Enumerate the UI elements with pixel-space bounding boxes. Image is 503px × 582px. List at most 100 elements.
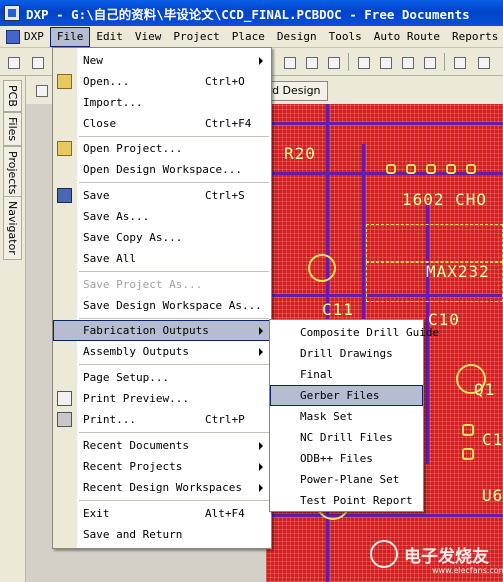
submenu-item-power-plane-set[interactable]: Power-Plane Set (270, 469, 423, 490)
printer-icon (57, 412, 72, 427)
pcb-board-icon[interactable] (32, 81, 50, 99)
pcb-pad (466, 164, 476, 174)
menu-separator (79, 364, 269, 365)
menu-tools[interactable]: Tools (323, 27, 368, 47)
menu-item-open-workspace[interactable]: Open Design Workspace... (53, 159, 271, 180)
side-tab-pcb[interactable]: PCB (3, 80, 22, 112)
menu-item-save[interactable]: Save Ctrl+S (53, 185, 271, 206)
menu-edit[interactable]: Edit (90, 27, 129, 47)
menu-item-save-project-as: Save Project As... (83, 278, 203, 291)
submenu-item-test-point-report[interactable]: Test Point Report (270, 490, 423, 511)
pcb-label-c1: C1 (482, 430, 503, 449)
menu-item-exit[interactable]: Exit Alt+F4 (53, 503, 271, 524)
menu-item-new[interactable]: New (53, 50, 271, 71)
paste-icon[interactable] (302, 53, 320, 71)
submenu-arrow-icon (259, 484, 263, 492)
app-icon (4, 5, 20, 21)
title-bar: DXP - G:\自己的资料\毕设论文\CCD_FINAL.PCBDOC - F… (0, 0, 503, 26)
via-ring (308, 254, 336, 282)
toolbar-divider (348, 53, 349, 71)
submenu-item-drill-drawings[interactable]: Drill Drawings (270, 343, 423, 364)
submenu-arrow-icon (259, 463, 263, 471)
pcb-label-u6: U6 (482, 486, 503, 505)
rubber-stamp-icon[interactable] (324, 53, 342, 71)
menu-item-assembly-outputs[interactable]: Assembly Outputs (53, 341, 271, 362)
move-icon[interactable] (376, 53, 394, 71)
menu-item-page-setup[interactable]: Page Setup... (53, 367, 271, 388)
open-folder-icon (57, 74, 72, 89)
pcb-label-max232: MAX232 (426, 262, 490, 281)
menu-item-save-workspace-as[interactable]: Save Design Workspace As... (53, 295, 271, 316)
pcb-label-1602: 1602 CHO (402, 190, 488, 209)
redo-icon[interactable] (474, 53, 492, 71)
new-document-icon[interactable] (4, 53, 22, 71)
pcb-label-c11: C11 (322, 300, 354, 319)
watermark-url: www.elecfans.com (432, 566, 503, 575)
submenu-item-odb-files[interactable]: ODB++ Files (270, 448, 423, 469)
side-tab-files[interactable]: Files (3, 112, 22, 147)
floppy-disk-icon (57, 188, 72, 203)
pcb-trace (266, 122, 503, 125)
select-area-icon[interactable] (354, 53, 372, 71)
submenu-arrow-icon (259, 57, 263, 65)
menu-item-recent-documents[interactable]: Recent Documents (53, 435, 271, 456)
menu-dxp[interactable]: DXP (22, 27, 50, 47)
side-panel: PCB Files Projects Navigator (0, 76, 26, 582)
menu-bar: DXP File Edit View Project Place Design … (0, 26, 503, 48)
submenu-item-nc-drill-files[interactable]: NC Drill Files (270, 427, 423, 448)
menu-item-import[interactable]: Import... (53, 92, 271, 113)
pcb-pad (426, 164, 436, 174)
submenu-item-gerber-files[interactable]: Gerber Files (270, 385, 423, 406)
side-tab-projects[interactable]: Projects (3, 146, 22, 200)
menu-item-recent-workspaces[interactable]: Recent Design Workspaces (53, 477, 271, 498)
menu-item-recent-projects[interactable]: Recent Projects (53, 456, 271, 477)
menu-item-save-and-return[interactable]: Save and Return (53, 524, 271, 545)
dxp-icon (6, 29, 20, 44)
undo-icon[interactable] (450, 53, 468, 71)
menu-item-open-project[interactable]: Open Project... (53, 138, 271, 159)
menu-place[interactable]: Place (226, 27, 271, 47)
side-tab-navigator[interactable]: Navigator (3, 196, 22, 260)
menu-item-save-as[interactable]: Save As... (53, 206, 271, 227)
submenu-arrow-icon (259, 327, 263, 335)
menu-separator (79, 271, 269, 272)
menu-item-save-copy-as[interactable]: Save Copy As... (53, 227, 271, 248)
open-project-icon (57, 141, 72, 156)
menu-separator (79, 182, 269, 183)
pcb-pad (462, 424, 474, 436)
pcb-pad (462, 448, 474, 460)
pcb-label-r20: R20 (284, 144, 316, 163)
menu-item-save-all[interactable]: Save All (53, 248, 271, 269)
menu-item-close[interactable]: Close Ctrl+F4 (53, 113, 271, 134)
menu-separator (79, 500, 269, 501)
submenu-arrow-icon (259, 442, 263, 450)
open-folder-icon[interactable] (28, 53, 46, 71)
pcb-trace (266, 514, 503, 517)
submenu-item-mask-set[interactable]: Mask Set (270, 406, 423, 427)
deselect-icon[interactable] (420, 53, 438, 71)
menu-separator (79, 432, 269, 433)
watermark-logo-icon (370, 540, 398, 568)
menu-view[interactable]: View (129, 27, 168, 47)
cross-select-icon[interactable] (398, 53, 416, 71)
menu-item-print-preview[interactable]: Print Preview... (53, 388, 271, 409)
fabrication-outputs-submenu: Composite Drill Guide Drill Drawings Fin… (269, 319, 439, 512)
pcb-label-q1: Q1 (474, 380, 496, 399)
menu-file[interactable]: File (49, 26, 91, 47)
menu-project[interactable]: Project (167, 27, 225, 47)
menu-design[interactable]: Design (271, 27, 323, 47)
submenu-item-final[interactable]: Final (270, 364, 423, 385)
ic-outline (366, 224, 503, 262)
menu-reports[interactable]: Reports (446, 27, 503, 47)
menu-auto-route[interactable]: Auto Route (368, 27, 446, 47)
watermark-text: 电子发烧友 (404, 547, 489, 567)
submenu-arrow-icon (259, 348, 263, 356)
menu-separator (79, 318, 269, 319)
toolbar-divider (444, 53, 445, 71)
menu-item-print[interactable]: Print... Ctrl+P (53, 409, 271, 430)
menu-item-fabrication-outputs[interactable]: Fabrication Outputs (53, 320, 271, 341)
copy-icon[interactable] (280, 53, 298, 71)
menu-item-open[interactable]: Open... Ctrl+O (53, 71, 271, 92)
file-menu: New Open... Ctrl+O Import... Close Ctrl+F4… (52, 47, 272, 549)
submenu-item-composite-drill-guide[interactable]: Composite Drill Guide (270, 322, 439, 343)
